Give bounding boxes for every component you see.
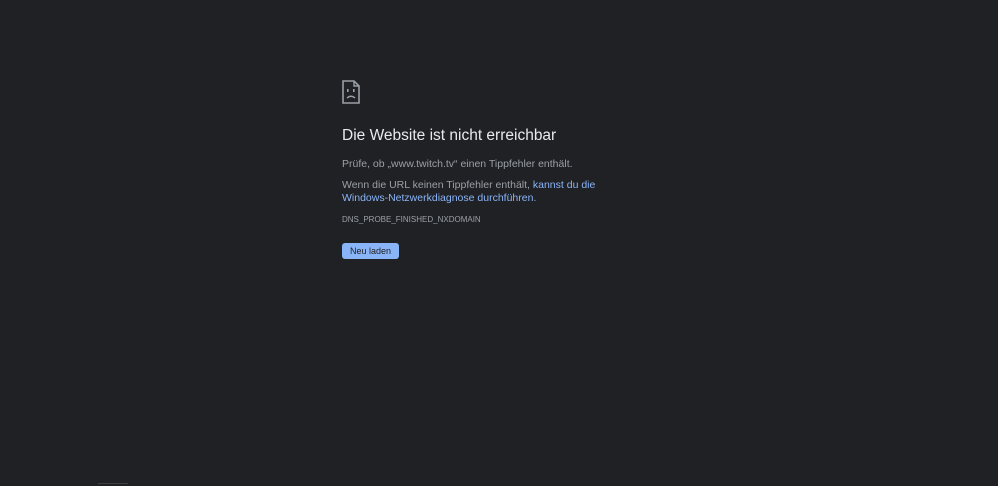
page-title: Die Website ist nicht erreichbar: [342, 127, 557, 144]
sad-document-icon: [342, 80, 360, 104]
reload-button[interactable]: Neu laden: [342, 243, 400, 259]
error-code: DNS_PROBE_FINISHED_NXDOMAIN: [342, 215, 481, 224]
diagnose-prefix: Wenn die URL keinen Tippfehler enthält,: [342, 179, 533, 191]
diagnose-suffix: .: [533, 192, 537, 204]
bottom-divider: [98, 483, 128, 484]
error-container: Die Website ist nicht erreichbar Prüfe, …: [342, 80, 642, 259]
diagnose-hint: Wenn die URL keinen Tippfehler enthält, …: [342, 179, 637, 205]
typo-hint: Prüfe, ob „www.twitch.tv“ einen Tippfehl…: [342, 158, 573, 170]
